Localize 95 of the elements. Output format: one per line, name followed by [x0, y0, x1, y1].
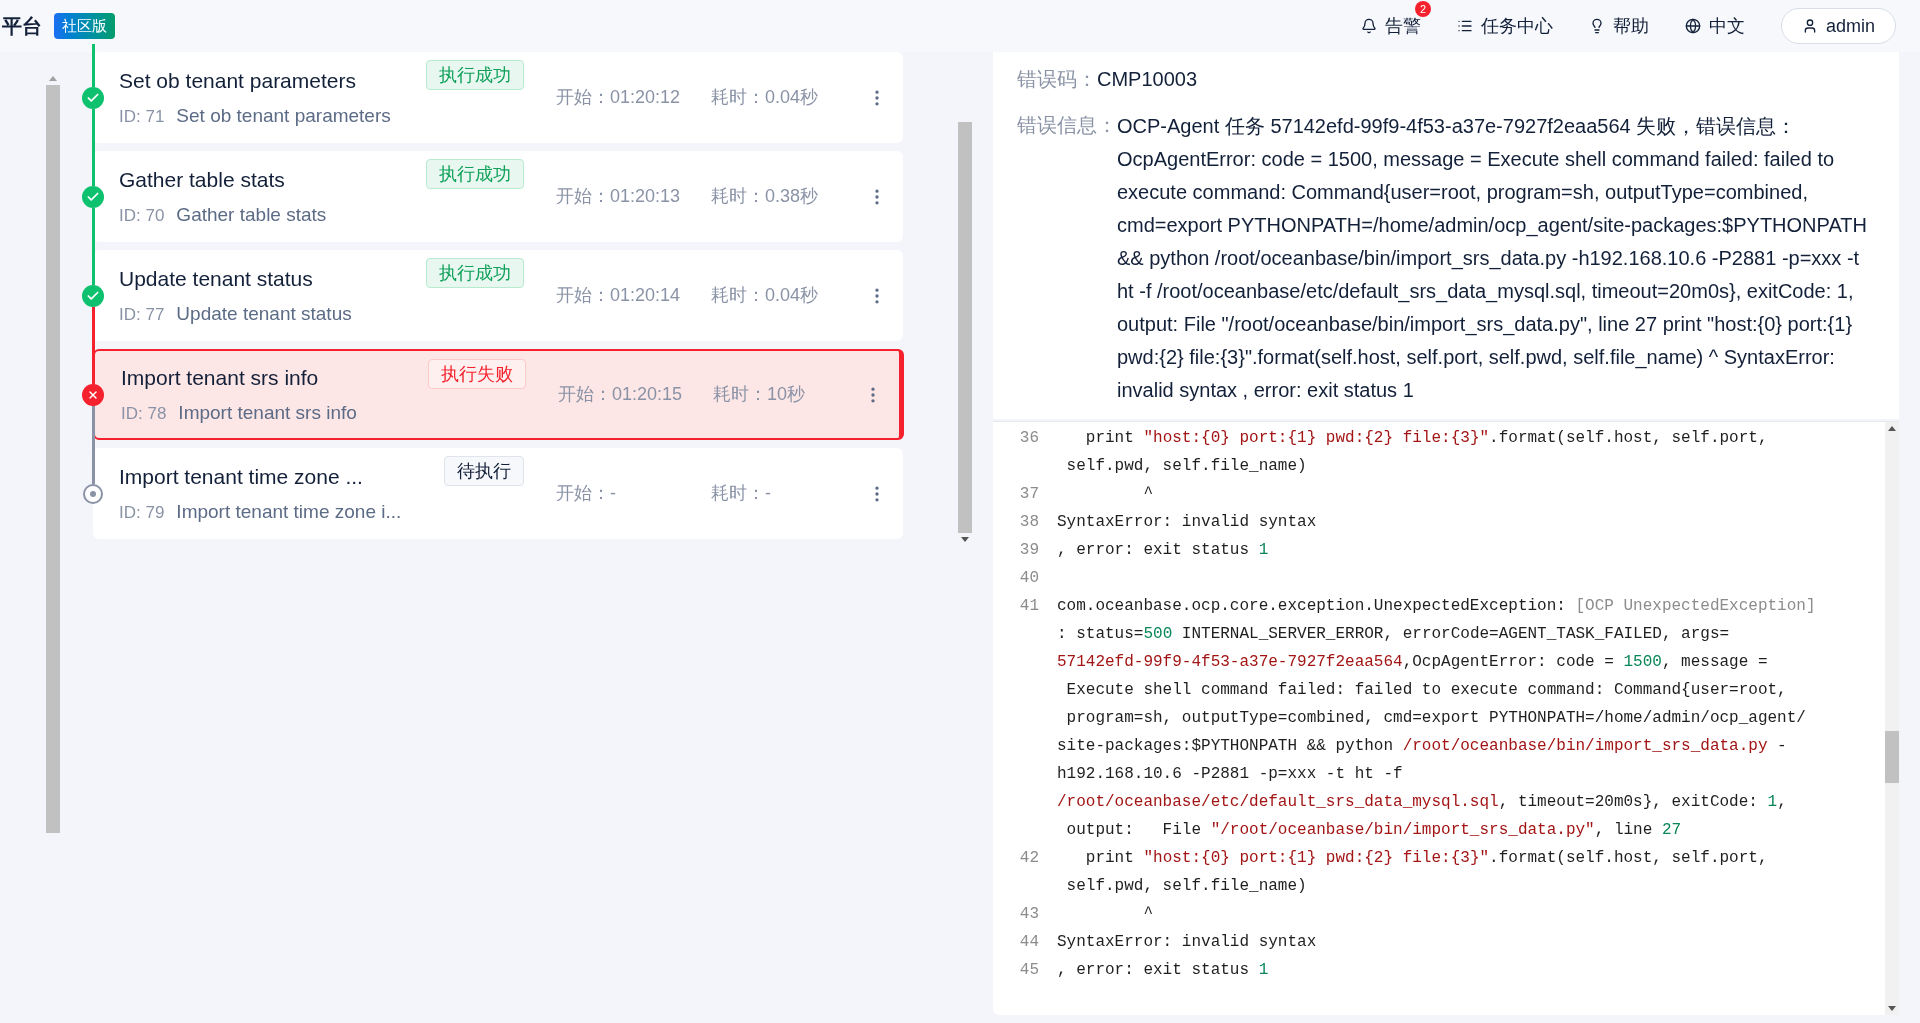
task-name: Import tenant srs info	[178, 401, 357, 425]
error-code: CMP10003	[1097, 67, 1198, 92]
code-line: ^	[1142, 484, 1153, 505]
nav-link[interactable]: 中文	[1684, 12, 1745, 40]
line-number: 44	[1018, 932, 1039, 953]
start-time: 01:20:14	[610, 284, 681, 307]
line-number: 41	[1018, 596, 1039, 617]
task-title: Set ob tenant parameters	[119, 67, 357, 94]
brand-title: 平台	[2, 14, 42, 39]
line-number: 43	[1018, 904, 1039, 925]
start-label: 开始：	[556, 284, 610, 307]
start-time: 01:20:12	[610, 86, 681, 109]
line-number: 38	[1018, 512, 1039, 533]
scrollbar-thumb[interactable]	[958, 122, 972, 533]
task-card[interactable]: Update tenant status ID: 77 Update tenant status 执行成功 开始：01:20:14 耗时：0.04秒	[93, 250, 903, 341]
duration-value: -	[765, 482, 771, 505]
duration-label: 耗时：	[711, 482, 765, 505]
scroll-up-icon	[1888, 426, 1896, 431]
code-line: h192.168.10.6 -P2881 -p=xxx -t ht -f	[1057, 764, 1404, 785]
scrollbar-thumb[interactable]	[46, 85, 60, 833]
line-number: 45	[1018, 960, 1039, 981]
task-id: ID: 79	[119, 501, 165, 524]
count-badge: 2	[1414, 0, 1431, 17]
line-number: 42	[1018, 848, 1039, 869]
task-title: Gather table stats	[119, 166, 286, 193]
start-label: 开始：	[556, 482, 610, 505]
user-button[interactable]: admin	[1780, 8, 1896, 44]
duration-label: 耗时：	[711, 86, 765, 109]
task-card[interactable]: Gather table stats ID: 70 Gather table stats 执行成功 开始：01:20:13 耗时：0.38秒	[93, 151, 903, 242]
line-number: 40	[1018, 568, 1039, 589]
code-line: self.pwd, self.file_name)	[1065, 456, 1308, 477]
duration-label: 耗时：	[711, 185, 765, 208]
scrollbar-thumb[interactable]	[1885, 731, 1899, 783]
line-number: 39	[1018, 540, 1039, 561]
task-id: ID: 71	[119, 105, 165, 128]
code-line: ^	[1142, 904, 1153, 925]
task-id: ID: 70	[119, 204, 165, 227]
duration-label: 耗时：	[711, 284, 765, 307]
task-name: Set ob tenant parameters	[176, 104, 391, 128]
error-code-label: 错误码：	[1017, 67, 1097, 92]
code-line: : status=500 INTERNAL_SERVER_ERROR, errorCode=AGENT_TASK_FAILED, args=	[1057, 624, 1731, 645]
code-line: SyntaxError: invalid syntax	[1057, 932, 1317, 953]
code-line: print "host:{0} port:{1} pwd:{2} file:{3}".format(self.host, self.port,	[1084, 428, 1768, 449]
start-time: 01:20:13	[610, 185, 681, 208]
status-tag: 执行失败	[428, 359, 526, 389]
task-id: ID: 78	[121, 402, 167, 425]
code-line: 57142efd-99f9-4f53-a37e-7927f2eaa564,OcpAgentError: code = 1500, message =	[1057, 652, 1769, 673]
start-time: -	[610, 482, 616, 505]
task-name: Import tenant time zone i...	[176, 500, 402, 524]
list-icon	[1456, 18, 1473, 34]
task-id: ID: 77	[119, 303, 165, 326]
code-line: program=sh, outputType=combined, cmd=export PYTHONPATH=/home/admin/ocp_agent/	[1065, 708, 1807, 729]
task-title: Import tenant time zone ...	[119, 463, 364, 490]
start-label: 开始：	[558, 383, 612, 406]
code-line: SyntaxError: invalid syntax	[1057, 512, 1317, 533]
duration-label: 耗时：	[713, 383, 767, 406]
task-title: Import tenant srs info	[121, 364, 320, 391]
start-time: 01:20:15	[612, 383, 683, 406]
line-number: 37	[1018, 484, 1039, 505]
code-line: print "host:{0} port:{1} pwd:{2} file:{3}".format(self.host, self.port,	[1084, 848, 1768, 869]
line-number: 36	[1018, 428, 1039, 449]
globe-icon	[1684, 18, 1701, 34]
status-tag: 待执行	[444, 456, 524, 486]
start-label: 开始：	[556, 86, 610, 109]
task-name: Update tenant status	[176, 302, 352, 326]
task-card[interactable]: Import tenant srs info ID: 78 Import tenant srs info 执行失败 开始：01:20:15 耗时：10秒	[93, 349, 904, 440]
scroll-down-icon	[961, 537, 969, 542]
task-title: Update tenant status	[119, 265, 314, 292]
code-line: output: File "/root/oceanbase/bin/import_srs_data.py", line 27	[1065, 820, 1683, 841]
nav-link[interactable]: 任务中心	[1456, 12, 1553, 40]
task-card[interactable]: Set ob tenant parameters ID: 71 Set ob tenant parameters 执行成功 开始：01:20:12 耗时：0.04秒	[93, 52, 903, 143]
timeline-line	[91, 44, 95, 87]
code-line: com.oceanbase.ocp.core.exception.UnexpectedException: [OCP UnexpectedException]	[1057, 596, 1816, 617]
code-line: site-packages:$PYTHONPATH && python /root/oceanbase/bin/import_srs_data.py -	[1057, 736, 1788, 757]
status-tag: 执行成功	[426, 258, 524, 288]
error-message: OCP-Agent 任务 57142efd-99f9-4f53-a37e-7927f2eaa564 失败，错误信息：OcpAgentError: code = 1500, message = Execute shell command failed: failed to execute command: Command{user=root, program=sh, outputType=combined, cmd=export PYTHONPATH=/home/admin/ocp_agent/site-packages:$PYTHONPATH && python /root/oceanbase/bin/import_srs_data.py -h192.168.10.6 -P2881 -p=xxx -t ht -f /root/oceanbase/etc/default_srs_data_mysql.sql, timeout=20m0s}, exitCode: 1, output: File "/root/oceanbase/bin/import_srs_data.py", line 27 print "host:{0} port:{1} pwd:{2} file:{3}".format(self.host, self.port, self.pwd, self.file_name) ^ SyntaxError: invalid syntax , error: exit status 1	[1117, 114, 1868, 403]
code-line: , error: exit status 1	[1057, 960, 1269, 981]
nav-link[interactable]: 帮助	[1588, 12, 1649, 40]
code-line: , error: exit status 1	[1057, 540, 1269, 561]
task-card[interactable]: Import tenant time zone ... ID: 79 Import tenant time zone i... 待执行 开始：- 耗时：-	[93, 448, 903, 539]
task-name: Gather table stats	[176, 203, 327, 227]
edition-tag: 社区版	[54, 12, 115, 40]
scroll-down-icon	[1888, 1006, 1896, 1011]
code-line: Execute shell command failed: failed to execute command: Command{user=root,	[1065, 680, 1788, 701]
code-line: /root/oceanbase/etc/default_srs_data_mysql.sql, timeout=20m0s}, exitCode: 1,	[1057, 792, 1788, 813]
duration-value: 0.04秒	[765, 284, 819, 307]
start-label: 开始：	[556, 185, 610, 208]
error-info-label: 错误信息：	[1017, 113, 1117, 138]
bell-icon	[1360, 18, 1377, 34]
duration-value: 0.04秒	[765, 86, 819, 109]
duration-value: 10秒	[767, 383, 806, 406]
duration-value: 0.38秒	[765, 185, 819, 208]
status-tag: 执行成功	[426, 60, 524, 90]
status-tag: 执行成功	[426, 159, 524, 189]
code-line: self.pwd, self.file_name)	[1065, 876, 1308, 897]
